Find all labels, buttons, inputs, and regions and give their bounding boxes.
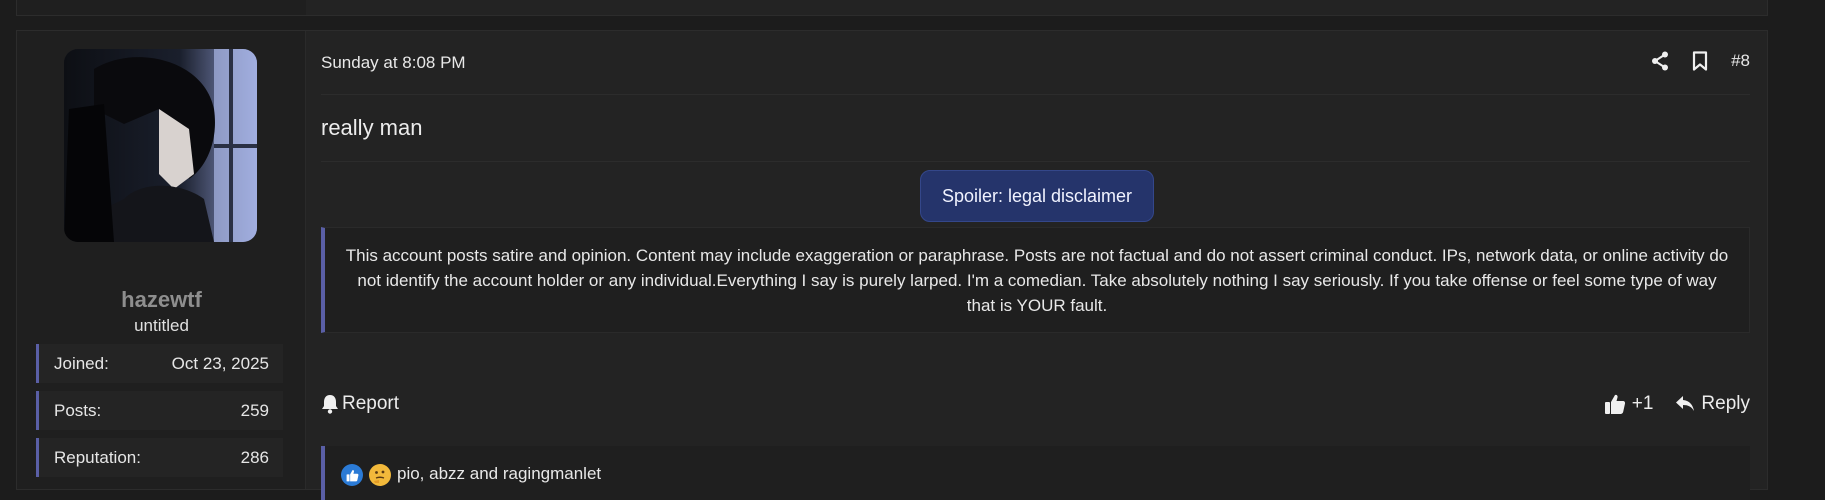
- stat-value: Oct 23, 2025: [171, 353, 269, 373]
- thumbs-up-icon: [1604, 394, 1625, 414]
- user-sidebar: hazewtf untitled Joined: Oct 23, 2025 Po…: [17, 31, 306, 489]
- thumbs-up-icon: [341, 464, 363, 486]
- previous-post-edge: [16, 0, 1768, 16]
- stat-joined: Joined: Oct 23, 2025: [36, 344, 283, 383]
- like-button[interactable]: +1: [1604, 393, 1654, 415]
- stat-value: 259: [240, 400, 269, 420]
- reactions-users[interactable]: pio, abzz and ragingmanlet: [397, 464, 601, 484]
- stat-label: Joined:: [54, 353, 109, 373]
- stat-posts: Posts: 259: [36, 391, 283, 430]
- post-number[interactable]: #8: [1731, 51, 1750, 71]
- stat-label: Reputation:: [54, 447, 141, 467]
- reply-icon: [1676, 396, 1695, 411]
- report-button[interactable]: Report: [321, 393, 399, 415]
- post-footer: Report +1 Reply: [321, 391, 1750, 421]
- spoiler-text: This account posts satire and opinion. C…: [345, 245, 1729, 315]
- forum-post: hazewtf untitled Joined: Oct 23, 2025 Po…: [16, 30, 1768, 500]
- avatar-image: [64, 49, 257, 242]
- bell-icon: [322, 395, 338, 414]
- reactions-bar[interactable]: pio, abzz and ragingmanlet: [321, 446, 1750, 500]
- divider: [321, 161, 1750, 162]
- stat-label: Posts:: [54, 400, 102, 420]
- report-label: Report: [342, 393, 400, 414]
- post-header: Sunday at 8:08 PM #8: [321, 31, 1750, 95]
- spoiler-content: This account posts satire and opinion. C…: [321, 227, 1750, 333]
- post-message: really man: [321, 115, 423, 140]
- stat-reputation: Reputation: 286: [36, 438, 283, 477]
- thinking-face-icon: [369, 464, 391, 486]
- previous-post-user-column: [17, 0, 306, 15]
- stat-value: 286: [240, 447, 269, 467]
- username[interactable]: hazewtf: [17, 287, 306, 313]
- avatar[interactable]: [64, 49, 257, 242]
- bookmark-icon[interactable]: [1689, 49, 1711, 73]
- post-footer-actions: +1 Reply: [1604, 393, 1750, 415]
- post-content: Sunday at 8:08 PM #8 really man Spoiler:…: [321, 31, 1750, 500]
- reply-button[interactable]: Reply: [1675, 393, 1750, 415]
- reply-label: Reply: [1701, 393, 1750, 414]
- share-icon[interactable]: [1649, 49, 1671, 73]
- post-header-actions: #8: [1649, 49, 1750, 73]
- user-title: untitled: [134, 316, 189, 335]
- post-date[interactable]: Sunday at 8:08 PM: [321, 53, 466, 73]
- spoiler-button[interactable]: Spoiler: legal disclaimer: [920, 170, 1154, 222]
- like-count: +1: [1631, 393, 1654, 414]
